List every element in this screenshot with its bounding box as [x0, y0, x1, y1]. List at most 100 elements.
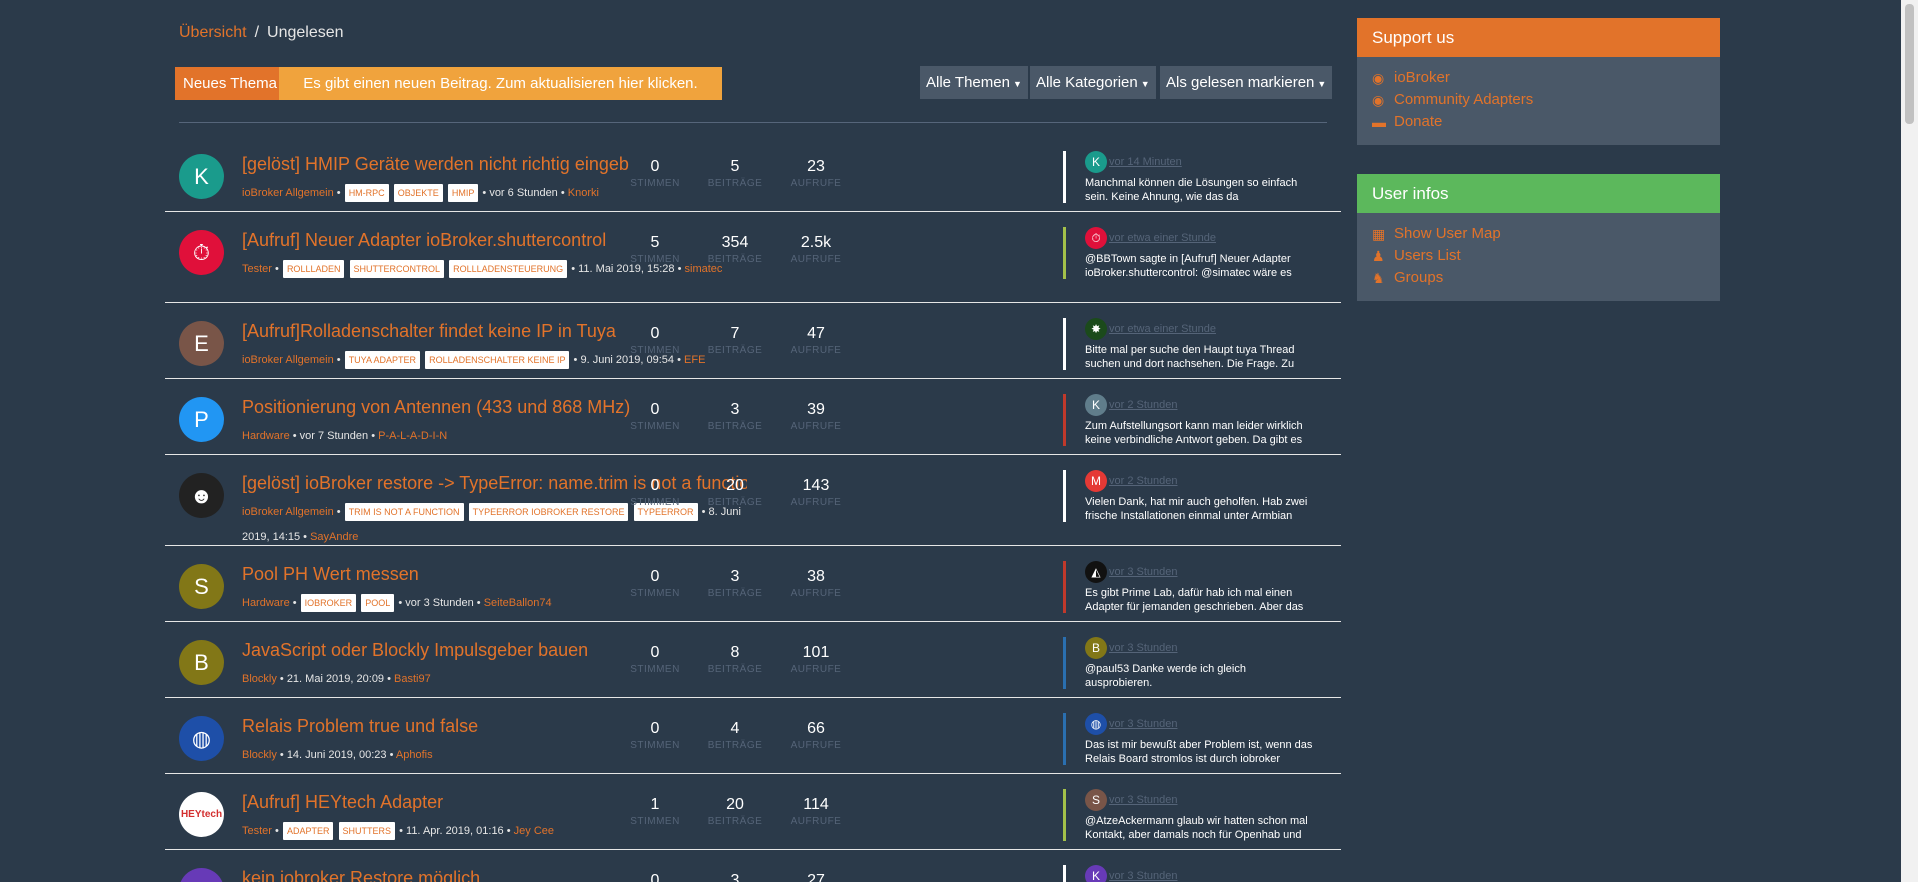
user-infos-body: ▦ Show User Map ♟ Users List ♞ Groups	[1357, 213, 1720, 301]
author-link[interactable]: Knorki	[568, 187, 599, 199]
category-link[interactable]: Hardware	[242, 430, 290, 442]
author-link[interactable]: Aphofis	[396, 749, 433, 761]
stat-value: 1	[650, 796, 660, 813]
category-link[interactable]: ioBroker Allgemein	[242, 506, 334, 518]
category-link[interactable]: Blockly	[242, 749, 277, 761]
author-link[interactable]: Jey Cee	[514, 825, 554, 837]
author-link[interactable]: SeiteBallon74	[484, 597, 552, 609]
category-link[interactable]: ioBroker Allgemein	[242, 187, 334, 199]
avatar[interactable]: P	[179, 397, 224, 442]
stat-votes: 1 STIMMEN	[615, 796, 695, 827]
topic-row: K [gelöst] HMIP Geräte werden nicht richt…	[165, 136, 1341, 212]
stat-views: 2.5k AUFRUFE	[776, 234, 856, 265]
tag-badge[interactable]: ROLLADENSCHALTER KEINE IP	[425, 351, 570, 369]
stat-posts: 8 BEITRÄGE	[695, 644, 775, 675]
teaser-avatar[interactable]: ◭	[1085, 561, 1107, 583]
author-link[interactable]: Basti97	[394, 673, 431, 685]
last-post-teaser: Mvor 2 Stunden Vielen Dank, hat mir auch …	[1063, 470, 1313, 522]
filter-topics-dropdown[interactable]: Alle Themen ▼	[920, 66, 1028, 99]
stat-value: 7	[730, 325, 740, 342]
last-post-teaser: Kvor 3 Stunden	[1063, 865, 1313, 882]
new-topic-button[interactable]: Neues Thema	[175, 67, 285, 100]
category-link[interactable]: ioBroker Allgemein	[242, 354, 334, 366]
user-infos-link[interactable]: ♞ Groups	[1372, 267, 1705, 289]
tag-badge[interactable]: TUYA ADAPTER	[344, 351, 421, 369]
teaser-avatar[interactable]: K	[1085, 151, 1107, 173]
scrollbar-thumb[interactable]	[1905, 4, 1914, 124]
stat-posts: 354 BEITRÄGE	[695, 234, 775, 265]
new-post-alert[interactable]: Es gibt einen neuen Beitrag. Zum aktuali…	[279, 67, 722, 100]
scrollbar[interactable]	[1901, 0, 1918, 882]
topic-list: K [gelöst] HMIP Geräte werden nicht richt…	[165, 136, 1341, 882]
tag-badge[interactable]: TYPEERROR IOBROKER RESTORE	[468, 503, 629, 521]
author-link[interactable]: P-A-L-A-D-I-N	[378, 430, 447, 442]
category-link[interactable]: Tester	[242, 263, 272, 275]
support-link[interactable]: ▬ Donate	[1372, 111, 1705, 133]
teaser-avatar[interactable]: K	[1085, 394, 1107, 416]
stat-views: 38 AUFRUFE	[776, 568, 856, 599]
teaser-avatar[interactable]: S	[1085, 789, 1107, 811]
teaser-text: Manchmal können die Lösungen so einfach …	[1085, 177, 1298, 203]
stat-votes: 0 STIMMEN	[615, 158, 695, 189]
stat-label: STIMMEN	[630, 497, 680, 508]
user-infos-link[interactable]: ♟ Users List	[1372, 245, 1705, 267]
support-link[interactable]: ◉ Community Adapters	[1372, 89, 1705, 111]
mark-read-dropdown[interactable]: Als gelesen markieren ▼	[1160, 66, 1333, 99]
teaser-time-link[interactable]: vor 3 Stunden	[1109, 566, 1178, 578]
teaser-avatar[interactable]: ⏱	[1085, 227, 1107, 249]
support-link[interactable]: ◉ ioBroker	[1372, 67, 1705, 89]
teaser-avatar[interactable]: B	[1085, 637, 1107, 659]
stat-value: 2.5k	[800, 234, 832, 251]
user-infos-link[interactable]: ▦ Show User Map	[1372, 223, 1705, 245]
teaser-avatar[interactable]: ◍	[1085, 713, 1107, 735]
avatar[interactable]: HEYtech	[179, 792, 224, 837]
teaser-time-link[interactable]: vor etwa einer Stunde	[1109, 323, 1216, 335]
teaser-time-link[interactable]: vor 14 Minuten	[1109, 156, 1182, 168]
teaser-time-link[interactable]: vor etwa einer Stunde	[1109, 232, 1216, 244]
breadcrumb-home-link[interactable]: Übersicht	[179, 24, 247, 41]
last-post-teaser: ◍ vor 3 Stunden Das ist mir bewußt aber Pr…	[1063, 713, 1313, 765]
tag-badge[interactable]: SHUTTERCONTROL	[349, 260, 445, 278]
stat-posts: 20 BEITRÄGE	[695, 796, 775, 827]
tag-badge[interactable]: OBJEKTE	[393, 184, 443, 202]
tag-badge[interactable]: ROLLLADEN	[282, 260, 345, 278]
stat-label: AUFRUFE	[790, 345, 842, 356]
stat-value: 38	[807, 568, 825, 585]
avatar[interactable]: ☻	[179, 473, 224, 518]
teaser-time-link[interactable]: vor 3 Stunden	[1109, 718, 1178, 730]
stat-label: STIMMEN	[630, 345, 680, 356]
teaser-avatar[interactable]: M	[1085, 470, 1107, 492]
tag-badge[interactable]: POOL	[361, 594, 395, 612]
tag-badge[interactable]: IOBROKER	[300, 594, 357, 612]
author-link[interactable]: SayAndre	[310, 531, 358, 543]
tag-badge[interactable]: ADAPTER	[282, 822, 334, 840]
stat-value: 5	[730, 158, 740, 175]
stat-views: 27AUFRUFE	[776, 872, 856, 882]
teaser-time-link[interactable]: vor 3 Stunden	[1109, 642, 1178, 654]
avatar[interactable]: B	[179, 640, 224, 685]
teaser-time-link[interactable]: vor 3 Stunden	[1109, 870, 1178, 882]
tag-badge[interactable]: SHUTTERS	[338, 822, 396, 840]
teaser-avatar[interactable]: ✸	[1085, 318, 1107, 340]
category-link[interactable]: Blockly	[242, 673, 277, 685]
avatar[interactable]: K	[179, 868, 224, 882]
avatar[interactable]: S	[179, 564, 224, 609]
teaser-time-link[interactable]: vor 3 Stunden	[1109, 794, 1178, 806]
avatar[interactable]: K	[179, 154, 224, 199]
stat-posts: 3 BEITRÄGE	[695, 568, 775, 599]
avatar[interactable]: E	[179, 321, 224, 366]
stat-posts: 3 BEITRÄGE	[695, 401, 775, 432]
filter-categories-dropdown[interactable]: Alle Kategorien ▼	[1030, 66, 1156, 99]
avatar[interactable]: ◍	[179, 716, 224, 761]
teaser-avatar[interactable]: K	[1085, 865, 1107, 882]
teaser-time-link[interactable]: vor 2 Stunden	[1109, 399, 1178, 411]
tag-badge[interactable]: HM-RPC	[344, 184, 389, 202]
teaser-time-link[interactable]: vor 2 Stunden	[1109, 475, 1178, 487]
category-link[interactable]: Hardware	[242, 597, 290, 609]
tag-badge[interactable]: ROLLLADENSTEUERUNG	[449, 260, 568, 278]
category-link[interactable]: Tester	[242, 825, 272, 837]
tag-badge[interactable]: HMIP	[447, 184, 479, 202]
avatar[interactable]: ⏱	[179, 230, 224, 275]
tag-badge[interactable]: TRIM IS NOT A FUNCTION	[344, 503, 464, 521]
user-infos-link-label: Users List	[1394, 247, 1461, 264]
